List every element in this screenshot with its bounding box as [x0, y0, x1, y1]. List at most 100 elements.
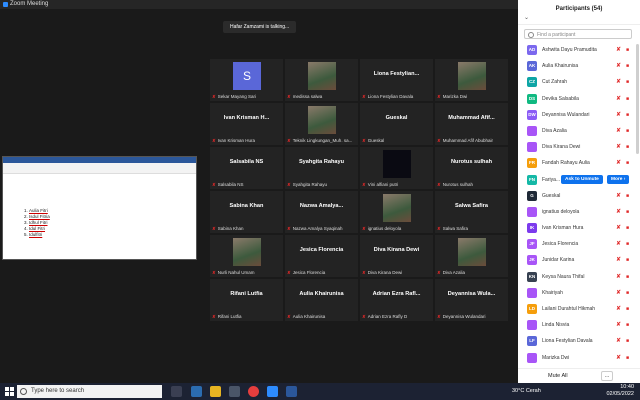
- muted-mic-icon: ✘: [212, 270, 216, 275]
- participant-row[interactable]: AD Ashwita Dayu Pramudita ✘ ■: [518, 42, 636, 58]
- weather-widget[interactable]: 30°C Cerah: [512, 388, 541, 394]
- scrollbar[interactable]: [636, 44, 639, 154]
- participant-video-tile[interactable]: Nazwa Amalya... ✘ Nazwa Amalya Syaqinah: [284, 190, 359, 234]
- muted-mic-icon: ✘: [212, 94, 216, 99]
- zoom-taskbar-icon[interactable]: [267, 386, 278, 397]
- task-view-icon[interactable]: [171, 386, 182, 397]
- participant-row[interactable]: Marizka Dwi ✘ ■: [518, 350, 636, 366]
- video-off-icon: ■: [626, 160, 630, 167]
- muted-mic-icon: ✘: [616, 289, 622, 296]
- avatar: KN: [527, 271, 537, 282]
- shared-screen-thumbnail[interactable]: Aulia Fitri Isdul Fitria Idhul Fitri Idu…: [2, 156, 197, 260]
- taskbar-search-input[interactable]: Type here to search: [17, 385, 162, 398]
- participant-video-tile[interactable]: ✘ medissa salwa: [284, 58, 359, 102]
- participant-row[interactable]: Diva Kirana Dewi ✘ ■: [518, 139, 636, 155]
- muted-mic-icon: ✘: [437, 182, 441, 187]
- participant-video-tile[interactable]: Rifani Lutfia ✘ Rifani Lutfia: [209, 278, 284, 322]
- participant-row[interactable]: G Gueskal ✘ ■: [518, 188, 636, 204]
- tile-display-name: Salsabila NS: [229, 159, 264, 165]
- participant-video-tile[interactable]: Salsabila NS ✘ Salsabila NS: [209, 146, 284, 190]
- chrome-icon[interactable]: [248, 386, 259, 397]
- participant-row[interactable]: Diva Azalia ✘ ■: [518, 123, 636, 139]
- participant-video-tile[interactable]: Gueskal ✘ Gueskal: [359, 102, 434, 146]
- participant-video-tile[interactable]: Liona Festylian... ✘ Liona Festylian Daval…: [359, 58, 434, 102]
- participant-row[interactable]: KN Keysa Naura Thifal ✘ ■: [518, 269, 636, 285]
- participant-video-tile[interactable]: Syahgita Rahayu ✘ Syahgita Rahayu: [284, 146, 359, 190]
- video-off-icon: ■: [626, 241, 630, 248]
- tile-display-name: Liona Festylian...: [373, 71, 420, 77]
- participant-row[interactable]: DS Devika Salsabila ✘ ■: [518, 91, 636, 107]
- windows-start-icon[interactable]: [5, 387, 14, 396]
- participant-video-tile[interactable]: Salwa Safira ✘ Salwa Safira: [434, 190, 509, 234]
- ask-to-unmute-button[interactable]: Ask to Unmute: [561, 174, 603, 184]
- participant-video-tile[interactable]: ✘ Nurli Nahul Umam: [209, 234, 284, 278]
- muted-mic-icon: ✘: [616, 241, 622, 248]
- participant-video-tile[interactable]: Jesica Florencia ✘ Jesica Florencia: [284, 234, 359, 278]
- participant-video-tile[interactable]: ✘ Vini alfiani putri: [359, 146, 434, 190]
- tile-name-label: ✘ Gueskal: [362, 138, 385, 143]
- participant-video-tile[interactable]: Aulia Khairunisa ✘ Aulia Khairunisa: [284, 278, 359, 322]
- participant-row[interactable]: CZ Cut Zahrah ✘ ■: [518, 74, 636, 90]
- muted-mic-icon: ✘: [616, 225, 622, 232]
- participant-video-tile[interactable]: S ✘ Sekar Mayang Sari: [209, 58, 284, 102]
- word-ribbon: [3, 163, 196, 174]
- participants-title: Participants (54): [518, 0, 640, 25]
- participant-row[interactable]: Linda Nisvia ✘ ■: [518, 317, 636, 333]
- clock[interactable]: 10:40 02/05/2022: [606, 384, 634, 398]
- avatar: S: [233, 62, 261, 90]
- tile-name-label: ✘ medissa salwa: [287, 94, 323, 99]
- more-options-button[interactable]: ...: [601, 371, 613, 381]
- edge-icon[interactable]: [191, 386, 202, 397]
- tile-name-label: ✘ Nurli Nahul Umam: [212, 270, 255, 275]
- title-bar: Zoom Meeting: [0, 0, 518, 9]
- avatar: G: [527, 190, 537, 201]
- participant-video-tile[interactable]: Sabina Khan ✘ Sabina Khan: [209, 190, 284, 234]
- participant-row[interactable]: Khairiyah ✘ ■: [518, 285, 636, 301]
- participant-video-tile[interactable]: Deyannisa Wula... ✘ Deyannisa Wulandari: [434, 278, 509, 322]
- participant-row[interactable]: LD Lailani Durahtul Hikmah ✘ ■: [518, 301, 636, 317]
- tile-display-name: Gueskal: [385, 115, 408, 121]
- participant-video-tile[interactable]: Nurotus sulhah ✘ Nurotus sulhah: [434, 146, 509, 190]
- participant-row[interactable]: FN Fariya... Ask to Unmute More ›: [518, 172, 636, 188]
- participant-video-tile[interactable]: Diva Kirana Dewi ✘ Diva Kirana Dewi: [359, 234, 434, 278]
- tile-name-label: ✘ Ivan Krisman Hura: [212, 138, 256, 143]
- participant-video-tile[interactable]: Ivan Krisman H... ✘ Ivan Krisman Hura: [209, 102, 284, 146]
- tile-display-name: Deyannisa Wula...: [447, 291, 496, 297]
- file-explorer-icon[interactable]: [210, 386, 221, 397]
- participant-video-tile[interactable]: ✘ ignatius deloyola: [359, 190, 434, 234]
- participant-video-tile[interactable]: Muhammad Afif... ✘ Muhammad Afif Abubhair: [434, 102, 509, 146]
- profile-photo: [458, 238, 486, 266]
- participant-search-input[interactable]: Find a participant: [524, 29, 632, 39]
- participant-row[interactable]: JK Junidar Karina ✘ ■: [518, 252, 636, 268]
- video-off-icon: ■: [626, 257, 630, 264]
- participant-video-tile[interactable]: ✘ Marizka Dwi: [434, 58, 509, 102]
- participant-row[interactable]: IK Ivan Krisman Hura ✘ ■: [518, 220, 636, 236]
- clock-date: 02/05/2022: [606, 391, 634, 397]
- tile-name-label: ✘ Adrian Ezra Rafly D: [362, 314, 408, 319]
- participant-row[interactable]: ignatius deloyola ✘ ■: [518, 204, 636, 220]
- tile-name-label: ✘ Salsabila NS: [212, 182, 244, 187]
- participant-video-tile[interactable]: Adrian Ezra Rafl... ✘ Adrian Ezra Rafly D: [359, 278, 434, 322]
- tile-display-name: Nurotus sulhah: [450, 159, 493, 165]
- participant-row[interactable]: AK Aulia Khairunisa ✘ ■: [518, 58, 636, 74]
- participant-row[interactable]: DW Deyannisa Wulandari ✘ ■: [518, 107, 636, 123]
- tile-display-name: Salwa Safira: [455, 203, 488, 209]
- more-button[interactable]: More ›: [607, 174, 630, 184]
- store-icon[interactable]: [229, 386, 240, 397]
- participant-video-tile[interactable]: ✘ Teknik Lingkungan_Muh. sa...: [284, 102, 359, 146]
- mute-all-button[interactable]: Mute All: [548, 373, 568, 379]
- muted-mic-icon: ✘: [362, 314, 366, 319]
- search-icon: [528, 32, 534, 38]
- document-page: Aulia Fitri Isdul Fitria Idhul Fitri Idu…: [5, 175, 193, 257]
- zoom-logo-icon: [3, 2, 8, 7]
- participant-row[interactable]: LF Liona Festylian Davala ✘ ■: [518, 333, 636, 349]
- muted-mic-icon: ✘: [437, 270, 441, 275]
- chevron-down-icon[interactable]: ⌄: [524, 14, 529, 21]
- participant-name: Khairiyah: [542, 289, 563, 296]
- participant-row[interactable]: JF Jesica Florencia ✘ ■: [518, 236, 636, 252]
- muted-mic-icon: ✘: [362, 94, 366, 99]
- participant-row[interactable]: FR Fandah Rahayu Aulia ✘ ■: [518, 155, 636, 171]
- tile-name-label: ✘ ignatius deloyola: [362, 226, 402, 231]
- participant-video-tile[interactable]: ✘ Diva Azalia: [434, 234, 509, 278]
- word-icon[interactable]: [286, 386, 297, 397]
